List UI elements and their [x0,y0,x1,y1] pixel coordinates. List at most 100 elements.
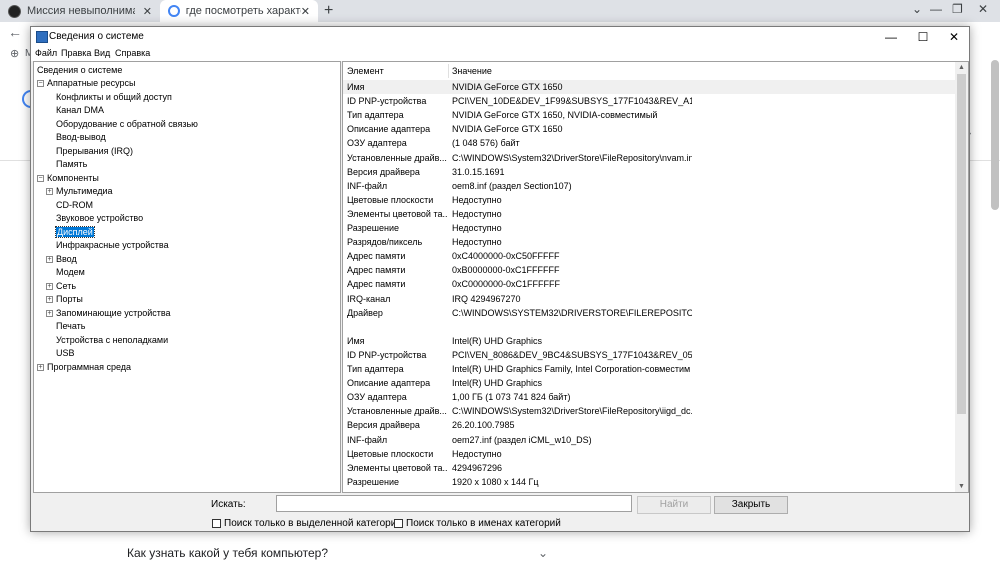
detail-element: Тип адаптера [347,364,404,374]
tree-item[interactable]: Модем [56,266,85,279]
browser-tab-active[interactable]: где посмотреть характеристики ✕ [160,0,318,22]
detail-row[interactable]: Разрешение Недоступно [343,221,955,235]
browser-tab-bar: Миссия невыполнима 2 (2000) с ✕ где посм… [0,0,1000,22]
detail-row[interactable]: Адрес памяти 0xC0000000-0xC1FFFFFF [343,277,955,291]
tree-item[interactable]: + Мультимедиа [46,185,113,198]
tree-item[interactable]: Устройства с неполадками [56,334,168,347]
detail-row[interactable]: Разрядов/пиксель Недоступно [343,235,955,249]
detail-row[interactable]: Цветовые плоскости Недоступно [343,447,955,461]
minimize-button[interactable]: — [876,28,906,46]
detail-row[interactable]: Установленные драйв... C:\WINDOWS\System3… [343,404,955,418]
tree-item[interactable]: + Сеть [46,280,76,293]
restore-icon[interactable]: ❐ [952,2,963,16]
maximize-button[interactable]: ☐ [908,28,938,46]
detail-row[interactable]: ОЗУ адаптера 1,00 ГБ (1 073 741 824 байт) [343,390,955,404]
detail-value: oem8.inf (раздел Section107) [452,180,572,191]
detail-row[interactable]: Версия драйвера 26.20.100.7985 [343,418,955,432]
close-button[interactable]: ✕ [939,28,969,46]
scroll-thumb[interactable] [957,74,966,414]
detail-row[interactable]: Имя NVIDIA GeForce GTX 1650 [343,80,955,94]
find-button[interactable]: Найти [637,496,711,514]
column-separator[interactable] [448,64,449,78]
detail-row[interactable]: Элементы цветовой та... 4294967296 [343,461,955,475]
tree-item[interactable]: Печать [56,320,85,333]
menu-view[interactable]: Вид [94,48,110,58]
tree-item[interactable]: Ввод-вывод [56,131,106,144]
vertical-scrollbar[interactable]: ▲ ▼ [955,62,968,492]
detail-row[interactable]: Адрес памяти 0xC4000000-0xC50FFFFF [343,249,955,263]
browser-tab[interactable]: Миссия невыполнима 2 (2000) с ✕ [0,0,160,22]
tree-item-software[interactable]: + Программная среда [37,361,131,374]
new-tab-icon[interactable]: + [324,2,333,20]
tree-item[interactable]: + Порты [46,293,83,306]
tree-item[interactable]: Инфракрасные устройства [56,239,169,252]
scroll-down-icon[interactable]: ▼ [955,481,968,492]
tree-item[interactable]: Прерывания (IRQ) [56,145,133,158]
detail-row[interactable]: Драйвер C:\WINDOWS\SYSTEM32\DRIVERSTORE\F… [343,306,955,320]
detail-row[interactable]: Цветовые плоскости Недоступно [343,193,955,207]
chevron-down-icon[interactable]: ⌄ [538,546,548,560]
search-selected-checkbox[interactable]: Поиск только в выделенной категории [212,518,402,529]
column-header-element[interactable]: Элемент [347,64,384,78]
detail-element: Разрядов/пиксель [347,237,423,248]
detail-row[interactable] [343,320,955,334]
detail-row[interactable]: Описание адаптера NVIDIA GeForce GTX 1650 [343,122,955,136]
detail-element: Описание адаптера [347,124,431,135]
tree-item[interactable]: Канал DMA [56,104,104,117]
tree-item[interactable]: Конфликты и общий доступ [56,91,172,104]
minimize-icon[interactable]: — [930,2,942,16]
tree-item[interactable]: Звуковое устройство [56,212,143,225]
detail-row[interactable]: Элементы цветовой та... Недоступно [343,207,955,221]
detail-row[interactable]: ID PNP-устройства PCI\VEN_10DE&DEV_1F99&S… [343,94,955,108]
menu-edit[interactable]: Правка [61,48,91,58]
column-header-value[interactable]: Значение [452,64,492,78]
detail-row[interactable]: Тип адаптера NVIDIA GeForce GTX 1650, NVI… [343,108,955,122]
tree-item[interactable]: Оборудование с обратной связью [56,118,198,131]
detail-value: Недоступно [452,223,502,233]
detail-row[interactable]: Адрес памяти 0xB0000000-0xC1FFFFFF [343,263,955,277]
details-list[interactable]: Элемент Значение Имя NVIDIA GeForce GTX 1… [342,61,969,493]
close-window-icon[interactable]: ✕ [978,2,988,16]
tree-item[interactable]: + Запоминающие устройства [46,307,171,320]
expand-icon: + [46,296,53,304]
close-tab-icon[interactable]: ✕ [143,5,152,18]
tree-item[interactable]: CD-ROM [56,199,93,212]
detail-row[interactable]: Разрешение 1920 x 1080 x 144 Гц [343,475,955,489]
tree-item[interactable]: + Ввод [46,253,77,266]
search-input[interactable] [276,495,632,512]
detail-element: Версия драйвера [347,420,420,431]
detail-value: PCI\VEN_10DE&DEV_1F99&SUBSYS_177F1043&RE… [452,96,692,107]
detail-row[interactable]: Описание адаптера Intel(R) UHD Graphics [343,376,955,390]
tree-item[interactable]: USB [56,347,75,360]
detail-row[interactable]: ОЗУ адаптера (1 048 576) байт [343,136,955,150]
detail-element: Тип адаптера [347,110,404,121]
detail-row[interactable]: Тип адаптера Intel(R) UHD Graphics Family… [343,362,955,376]
related-question[interactable]: Как узнать какой у тебя компьютер? [127,546,328,560]
tree-item-hardware[interactable]: − Аппаратные ресурсы [37,77,136,90]
page-scrollbar[interactable] [990,60,1000,210]
chevron-down-icon[interactable]: ⌄ [912,2,922,16]
checkbox-box[interactable] [212,519,221,528]
tree-item-system-summary[interactable]: Сведения о системе [37,64,122,77]
detail-row[interactable]: INF-файл oem27.inf (раздел iCML_w10_DS) [343,433,955,447]
detail-row[interactable]: INF-файл oem8.inf (раздел Section107) [343,179,955,193]
tree-item[interactable]: Память [56,158,87,171]
detail-row[interactable]: Имя Intel(R) UHD Graphics [343,334,955,348]
category-tree[interactable]: Сведения о системе − Аппаратные ресурсы К… [33,61,341,493]
tree-item-display-selected[interactable]: Дисплей [55,226,95,239]
menu-help[interactable]: Справка [115,48,150,58]
checkbox-box[interactable] [394,519,403,528]
detail-row[interactable]: ID PNP-устройства PCI\VEN_8086&DEV_9BC4&S… [343,348,955,362]
menu-file[interactable]: Файл [35,48,57,58]
close-dialog-button[interactable]: Закрыть [714,496,788,514]
detail-row[interactable]: Версия драйвера 31.0.15.1691 [343,165,955,179]
detail-value: NVIDIA GeForce GTX 1650 [452,124,563,135]
detail-row[interactable]: IRQ-канал IRQ 4294967270 [343,292,955,306]
scroll-up-icon[interactable]: ▲ [955,62,968,73]
detail-row[interactable]: Установленные драйв... C:\WINDOWS\System3… [343,151,955,165]
tree-item-components[interactable]: − Компоненты [37,172,99,185]
back-arrow-icon[interactable]: ← [8,24,22,40]
close-tab-icon[interactable]: ✕ [301,5,310,18]
detail-row[interactable]: Разрядов/пиксель 32 [343,489,955,492]
search-names-checkbox[interactable]: Поиск только в именах категорий [394,518,561,529]
